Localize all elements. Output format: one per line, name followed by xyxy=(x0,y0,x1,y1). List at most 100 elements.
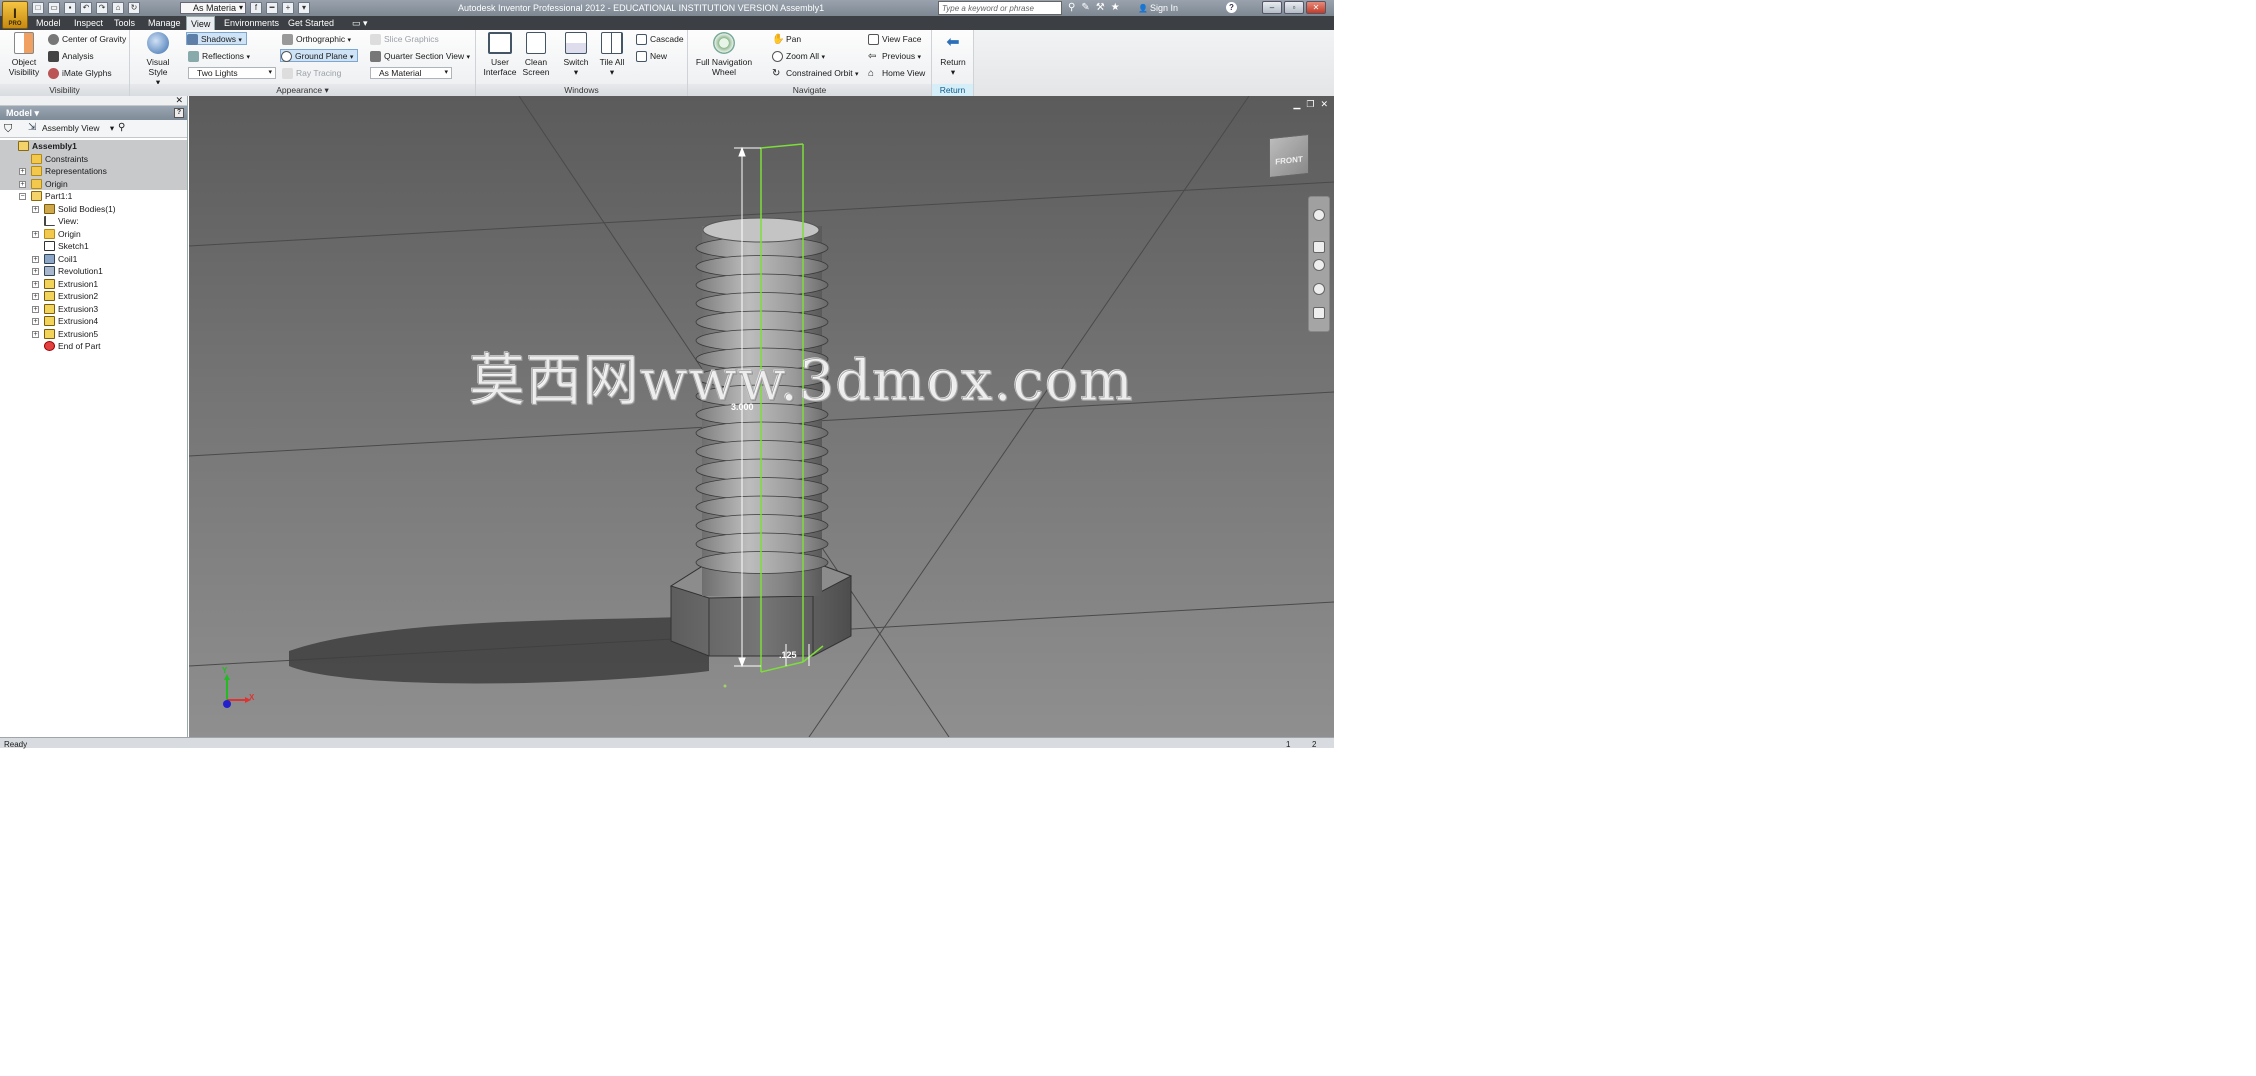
tree-node[interactable]: Assembly1 xyxy=(0,140,187,153)
return-icon[interactable]: ⌂ xyxy=(112,2,124,14)
previous-view-button[interactable]: ⇦ Previous xyxy=(868,50,921,63)
help-icon[interactable]: ? xyxy=(1226,2,1237,13)
open-file-icon[interactable]: ▭ xyxy=(48,2,60,14)
expand-icon[interactable]: + xyxy=(32,205,39,213)
tab-get-started[interactable]: Get Started xyxy=(284,16,338,30)
tree-node[interactable]: + Extrusion3 xyxy=(0,303,187,316)
tree-node[interactable]: + Extrusion1 xyxy=(0,278,187,291)
maximize-button[interactable]: ▫ xyxy=(1284,1,1304,14)
tree-node[interactable]: − Part1:1 xyxy=(0,190,187,203)
qat-dropdown-icon[interactable]: ▾ xyxy=(298,2,310,14)
video-tab-icon[interactable]: ▭ ▾ xyxy=(348,16,372,30)
zoom-icon[interactable] xyxy=(1313,259,1325,271)
user-interface-button[interactable]: User Interface xyxy=(482,32,518,77)
save-icon[interactable]: ▪ xyxy=(64,2,76,14)
tree-node[interactable]: Constraints xyxy=(0,152,187,165)
tree-node[interactable]: + Extrusion5 xyxy=(0,328,187,341)
application-menu-button[interactable]: I PRO xyxy=(2,1,28,29)
color-override-select[interactable]: As Material xyxy=(370,67,452,79)
tree-node[interactable]: + Origin xyxy=(0,228,187,241)
tree-node[interactable]: + Extrusion2 xyxy=(0,290,187,303)
expand-icon[interactable]: + xyxy=(32,293,39,300)
expand-icon[interactable]: + xyxy=(19,168,26,175)
favorites-icon[interactable]: ★ xyxy=(1111,2,1120,13)
graphics-viewport[interactable]: ▁ ❐ ✕ 莫西网www.3dmox.com 3.000 .125 FRONT … xyxy=(189,96,1334,737)
expand-icon[interactable]: + xyxy=(32,318,39,325)
expand-icon[interactable]: + xyxy=(32,255,39,263)
binoculars-icon[interactable]: ⚲ xyxy=(1068,2,1075,13)
tab-model[interactable]: Model xyxy=(32,16,65,30)
cascade-button[interactable]: Cascade xyxy=(636,33,684,46)
look-at-icon[interactable] xyxy=(1313,307,1325,319)
wrench-icon[interactable]: ⚒ xyxy=(1096,2,1105,13)
tree-node[interactable]: + Coil1 xyxy=(0,253,187,266)
minimize-button[interactable]: – xyxy=(1262,1,1282,14)
viewport-minimize-icon[interactable]: ▁ xyxy=(1293,99,1300,110)
constrained-orbit-button[interactable]: ↻ Constrained Orbit xyxy=(772,67,859,80)
dimension-thickness-value[interactable]: .125 xyxy=(779,650,797,660)
browser-help-icon[interactable]: ? xyxy=(174,108,184,118)
viewport-close-icon[interactable]: ✕ xyxy=(1320,99,1328,110)
tree-node[interactable]: + Extrusion4 xyxy=(0,315,187,328)
new-file-icon[interactable]: □ xyxy=(32,2,44,14)
browser-close-icon[interactable]: ✕ xyxy=(175,95,183,106)
view-face-button[interactable]: View Face xyxy=(868,33,922,46)
tab-tools[interactable]: Tools xyxy=(110,16,139,30)
tab-environments[interactable]: Environments xyxy=(220,16,283,30)
browser-view-selector[interactable]: Assembly View xyxy=(28,122,114,134)
switch-button[interactable]: Switch ▾ xyxy=(560,32,592,77)
tab-inspect[interactable]: Inspect xyxy=(70,16,107,30)
help-search-input[interactable]: Type a keyword or phrase xyxy=(938,1,1062,15)
ray-tracing-button[interactable]: Ray Tracing xyxy=(282,67,341,80)
slice-graphics-button[interactable]: Slice Graphics xyxy=(370,33,439,46)
tree-node[interactable]: + Solid Bodies(1) xyxy=(0,203,187,216)
tab-view[interactable]: View xyxy=(186,16,216,30)
shadows-button[interactable]: Shadows xyxy=(186,32,247,45)
undo-icon[interactable]: ↶ xyxy=(80,2,92,14)
object-visibility-button[interactable]: Object Visibility xyxy=(6,32,42,77)
tree-node[interactable]: + Representations xyxy=(0,165,187,178)
sign-in-link[interactable]: Sign In xyxy=(1138,3,1178,13)
orbit-icon[interactable] xyxy=(1313,283,1325,295)
quarter-section-view-button[interactable]: Quarter Section View xyxy=(370,50,470,63)
new-window-button[interactable]: New xyxy=(636,50,667,63)
update-icon[interactable]: ↻ xyxy=(128,2,140,14)
tree-node[interactable]: + Origin xyxy=(0,177,187,190)
viewport-restore-icon[interactable]: ❐ xyxy=(1306,99,1314,110)
expand-icon[interactable]: + xyxy=(32,305,39,313)
tab-manage[interactable]: Manage xyxy=(144,16,185,30)
expand-icon[interactable]: + xyxy=(32,230,39,238)
tree-node[interactable]: View: xyxy=(0,215,187,228)
analysis-button[interactable]: Analysis xyxy=(48,50,94,63)
tree-node[interactable]: End of Part xyxy=(0,340,187,353)
viewcube[interactable]: FRONT xyxy=(1269,133,1309,179)
collapse-icon[interactable]: − xyxy=(19,193,26,200)
pan-button[interactable]: ✋ Pan xyxy=(772,33,801,46)
clean-screen-button[interactable]: Clean Screen xyxy=(520,32,552,77)
pan-icon[interactable] xyxy=(1313,241,1325,253)
zoom-all-button[interactable]: Zoom All xyxy=(772,50,825,63)
expand-icon[interactable]: + xyxy=(19,180,26,188)
find-binoculars-icon[interactable]: ⚲ xyxy=(118,122,125,133)
imate-glyphs-button[interactable]: iMate Glyphs xyxy=(48,67,112,80)
tree-node[interactable]: Sketch1 xyxy=(0,240,187,253)
orthographic-button[interactable]: Orthographic xyxy=(282,33,351,46)
expand-icon[interactable]: + xyxy=(32,268,39,275)
filter-icon[interactable]: ⛉ xyxy=(4,123,12,136)
expand-icon[interactable]: + xyxy=(32,280,39,288)
material-selector[interactable]: As Materia xyxy=(180,2,246,14)
center-of-gravity-button[interactable]: Center of Gravity xyxy=(48,33,126,46)
steering-wheel-icon[interactable] xyxy=(1313,209,1325,221)
ground-plane-button[interactable]: Ground Plane xyxy=(280,49,359,62)
fx-parameters-icon[interactable]: f xyxy=(250,2,262,14)
measure-icon[interactable]: ━ xyxy=(266,2,278,14)
tools-icon[interactable]: ✎ xyxy=(1081,2,1089,13)
close-button[interactable]: ✕ xyxy=(1306,1,1326,14)
select-icon[interactable]: + xyxy=(282,2,294,14)
home-view-button[interactable]: ⌂ Home View xyxy=(868,67,925,80)
redo-icon[interactable]: ↷ xyxy=(96,2,108,14)
tree-node[interactable]: + Revolution1 xyxy=(0,265,187,278)
dimension-height-value[interactable]: 3.000 xyxy=(731,402,754,412)
browser-header[interactable]: Model ▾ ? xyxy=(0,106,187,120)
full-navigation-wheel-button[interactable]: Full Navigation Wheel xyxy=(694,32,754,77)
